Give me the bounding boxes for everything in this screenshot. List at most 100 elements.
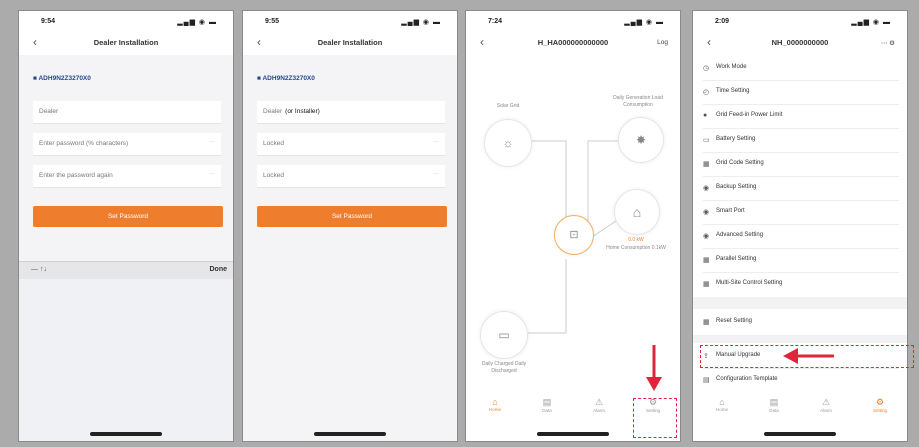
- confirm-password-locked: Locked: [263, 172, 284, 179]
- menu-label: Advanced Setting: [716, 232, 764, 238]
- role-field[interactable]: Dealer: [33, 101, 221, 124]
- solar-node[interactable]: ☼: [484, 119, 532, 167]
- tab-label: Home: [488, 407, 501, 412]
- set-password-button[interactable]: Set Password: [257, 206, 447, 227]
- tab-alarm[interactable]: ⚠ Alarm: [811, 397, 841, 413]
- menu-time-setting[interactable]: ◴ Time Setting: [703, 81, 899, 105]
- menu-label: Parallel Setting: [716, 256, 757, 262]
- setting-tab-highlight: [633, 398, 677, 438]
- clock-icon: ◷: [703, 65, 710, 72]
- battery-icon: ▭: [498, 328, 510, 342]
- role-value: Dealer: [39, 108, 59, 115]
- home-tab-icon: ⌂: [719, 397, 725, 407]
- screen-settings-menu: 2:09 ▂▄▆ ◉ ▬ ‹ NH_0000000000 ⋯ ⚙ ◷ Work M…: [692, 10, 908, 442]
- inverter-node[interactable]: ⊡: [554, 215, 594, 255]
- eye-icon: ···: [433, 139, 439, 145]
- status-time: 9:54: [41, 18, 56, 25]
- menu-multi-site[interactable]: ▦ Multi-Site Control Setting: [703, 273, 899, 297]
- advanced-icon: ◉: [703, 233, 710, 240]
- home-power-value: 0.0 kW: [628, 237, 644, 243]
- tab-setting[interactable]: ⚙ Setting: [865, 397, 895, 413]
- solar-panel-icon: ☼: [502, 136, 514, 150]
- menu-advanced-setting[interactable]: ◉ Advanced Setting: [703, 225, 899, 249]
- eye-icon[interactable]: ···: [209, 139, 215, 145]
- nav-bar: ‹ Dealer Installation: [19, 33, 233, 55]
- tab-home[interactable]: ⌂ Home: [480, 397, 510, 412]
- tab-bar: ⌂ Home ▤ Data ⚠ Alarm ⚙ Setting: [693, 397, 907, 427]
- menu-label: Smart Port: [716, 208, 745, 214]
- menu-parallel-setting[interactable]: ▦ Parallel Setting: [703, 249, 899, 273]
- role-label: Dealer: [263, 108, 283, 115]
- tab-home[interactable]: ⌂ Home: [707, 397, 737, 412]
- eye-icon: ···: [433, 171, 439, 177]
- home-indicator: [537, 432, 609, 436]
- tab-label: Alarm: [593, 408, 605, 413]
- menu-label: Grid Feed-in Power Limit: [716, 112, 783, 118]
- menu-work-mode[interactable]: ◷ Work Mode: [703, 57, 899, 81]
- alarm-tab-icon: ⚠: [821, 397, 831, 407]
- data-tab-icon: ▤: [769, 397, 779, 407]
- menu-configuration-template[interactable]: ▤ Configuration Template: [703, 369, 899, 393]
- menu-label: Reset Setting: [716, 318, 753, 324]
- password-field[interactable]: Enter password (% characters) ···: [33, 133, 221, 156]
- password-placeholder: Enter password (% characters): [39, 140, 129, 147]
- set-password-button[interactable]: Set Password: [33, 206, 223, 227]
- role-field[interactable]: Dealer (or Installer): [257, 101, 445, 124]
- menu-reset-setting[interactable]: ▦ Reset Setting: [703, 311, 899, 335]
- more-icon[interactable]: ⋯ ⚙: [881, 39, 895, 47]
- keyboard-area: [19, 279, 233, 441]
- tab-label: Alarm: [820, 408, 832, 413]
- generator-icon: ✸: [635, 133, 647, 147]
- battery-node[interactable]: ▭: [480, 311, 528, 359]
- status-time: 9:55: [265, 18, 280, 25]
- status-bar: 9:54 ▂▄▆ ◉ ▬: [19, 11, 233, 33]
- role-value: Dealer (or Installer): [263, 108, 320, 115]
- keyboard-nav[interactable]: — ↑↓: [31, 266, 47, 273]
- alarm-tab-icon: ⚠: [594, 397, 604, 407]
- nav-bar: ‹ Dealer Installation: [243, 33, 457, 55]
- tab-data[interactable]: ▤ Data: [759, 397, 789, 413]
- tab-data[interactable]: ▤ Data: [532, 397, 562, 413]
- menu-smart-port[interactable]: ◉ Smart Port: [703, 201, 899, 225]
- device-serial: ■ ADH9N2Z3270X0: [257, 75, 315, 82]
- screen-set-password: 9:54 ▂▄▆ ◉ ▬ ‹ Dealer Installation ■ ADH…: [18, 10, 234, 442]
- password-locked: Locked: [263, 140, 284, 147]
- menu-battery-setting[interactable]: ▭ Battery Setting: [703, 129, 899, 153]
- port-icon: ◉: [703, 209, 710, 216]
- eye-icon[interactable]: ···: [209, 171, 215, 177]
- section-gap: [693, 335, 907, 343]
- tab-label: Home: [715, 407, 728, 412]
- home-indicator: [314, 432, 386, 436]
- menu-label: Battery Setting: [716, 136, 756, 142]
- menu-label: Grid Code Setting: [716, 160, 764, 166]
- nav-bar: ‹ NH_0000000000 ⋯ ⚙: [693, 33, 907, 55]
- arrow-down-icon: [646, 345, 662, 391]
- gear-icon: ⚙: [875, 397, 885, 407]
- home-icon: ⌂: [632, 204, 642, 220]
- load-node[interactable]: ✸: [618, 117, 664, 163]
- home-node[interactable]: ⌂: [614, 189, 660, 235]
- confirm-password-field[interactable]: Enter the password again ···: [33, 165, 221, 188]
- keyboard-toolbar: — ↑↓ Done: [19, 261, 233, 280]
- menu-grid-code[interactable]: ▦ Grid Code Setting: [703, 153, 899, 177]
- grid-icon: ●: [703, 112, 708, 119]
- template-icon: ▤: [703, 377, 710, 384]
- menu-label: Work Mode: [716, 64, 747, 70]
- confirm-password-field: Locked ···: [257, 165, 445, 188]
- menu-label: Configuration Template: [716, 376, 778, 382]
- home-indicator: [90, 432, 162, 436]
- form-area: [19, 55, 233, 261]
- code-icon: ▦: [703, 161, 710, 168]
- home-tab-icon: ⌂: [492, 397, 498, 407]
- menu-label: Multi-Site Control Setting: [716, 280, 783, 286]
- keyboard-done-button[interactable]: Done: [210, 266, 228, 273]
- password-field: Locked ···: [257, 133, 445, 156]
- screen-password-set: 9:55 ▂▄▆ ◉ ▬ ‹ Dealer Installation ■ ADH…: [242, 10, 458, 442]
- tab-label: Setting: [872, 408, 887, 413]
- home-indicator: [764, 432, 836, 436]
- menu-grid-feed-in[interactable]: ● Grid Feed-in Power Limit: [703, 105, 899, 129]
- tab-label: Data: [769, 408, 779, 413]
- solar-label: Solar Grid: [496, 103, 520, 109]
- menu-backup-setting[interactable]: ◉ Backup Setting: [703, 177, 899, 201]
- tab-alarm[interactable]: ⚠ Alarm: [584, 397, 614, 413]
